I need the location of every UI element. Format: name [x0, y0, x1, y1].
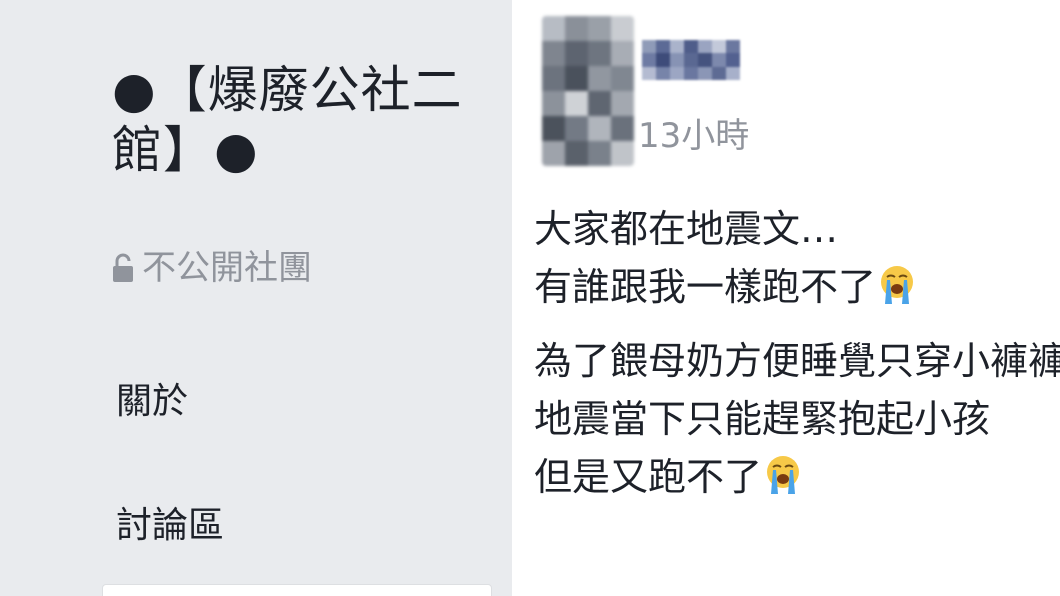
- post-text: 但是又跑不了: [534, 455, 763, 499]
- post-line-4: 地震當下只能趕緊抱起小孩: [534, 390, 1054, 448]
- nav-item-about[interactable]: 關於: [116, 380, 188, 424]
- post-text: 地震當下只能趕緊抱起小孩: [534, 397, 991, 441]
- sidebar-card: [102, 584, 492, 596]
- post-line-3: 為了餵母奶方便睡覺只穿小褲褲: [534, 332, 1060, 390]
- post-line-2: 有誰跟我一樣跑不了: [534, 258, 1054, 316]
- post-timestamp[interactable]: 13小時: [638, 114, 749, 158]
- screenshot: ●【爆廢公社二館】● 不公開社團 關於 討論區 13小時 大家都在地震文… 有誰…: [0, 0, 1060, 596]
- post-line-1: 大家都在地震文…: [534, 200, 1054, 258]
- loudly-crying-face-icon: [881, 266, 914, 304]
- post: 13小時 大家都在地震文… 有誰跟我一樣跑不了 為了餵母奶方便睡覺只穿小褲褲 地…: [512, 0, 1060, 596]
- author-name-redacted[interactable]: [642, 40, 740, 80]
- post-text: 為了餵母奶方便睡覺只穿小褲褲: [534, 339, 1060, 383]
- group-sidebar: ●【爆廢公社二館】● 不公開社團 關於 討論區: [0, 0, 512, 596]
- avatar[interactable]: [542, 16, 634, 166]
- loudly-crying-face-icon: [767, 456, 800, 494]
- group-privacy: 不公開社團: [112, 246, 312, 290]
- privacy-label: 不公開社團: [142, 248, 312, 288]
- nav-item-discussion[interactable]: 討論區: [116, 504, 224, 548]
- post-body: 大家都在地震文… 有誰跟我一樣跑不了 為了餵母奶方便睡覺只穿小褲褲 地震當下只能…: [534, 200, 1060, 506]
- lock-icon: [113, 253, 133, 282]
- post-line-5: 但是又跑不了: [534, 448, 1054, 506]
- post-text: 大家都在地震文…: [534, 207, 839, 251]
- post-text: 有誰跟我一樣跑不了: [534, 265, 877, 309]
- group-name[interactable]: ●【爆廢公社二館】●: [112, 60, 472, 180]
